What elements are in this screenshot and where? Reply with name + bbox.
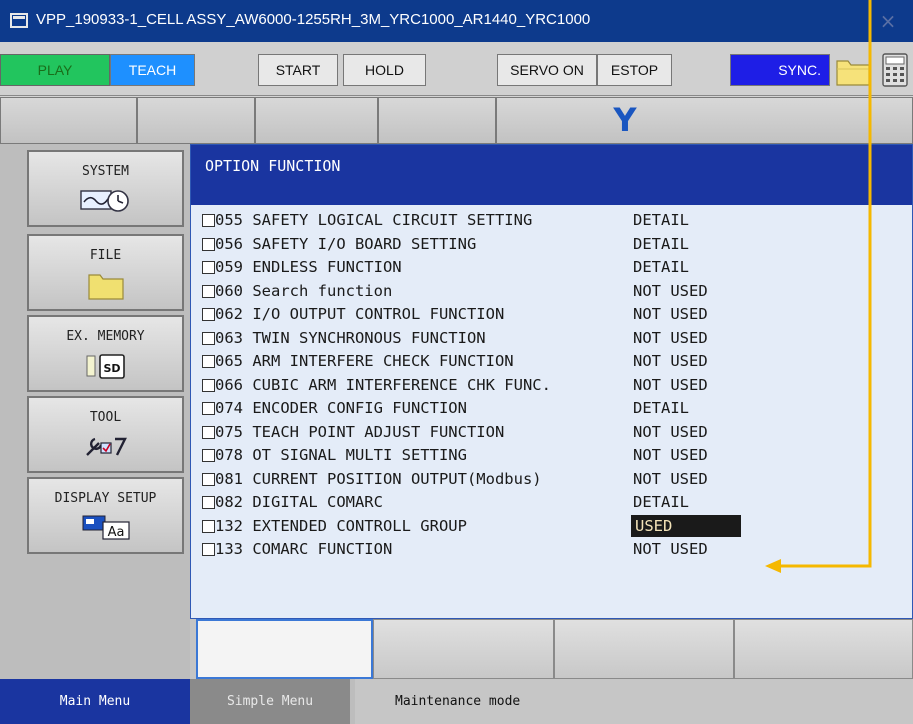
row-checkbox[interactable] — [202, 261, 215, 274]
function-key-4[interactable] — [734, 619, 913, 679]
panel-title: OPTION FUNCTION — [205, 157, 341, 175]
menu-system-button[interactable]: SYSTEM — [27, 150, 184, 227]
option-status[interactable]: NOT USED — [633, 350, 708, 372]
app-window-icon — [10, 13, 28, 28]
option-name: 074 ENCODER CONFIG FUNCTION — [215, 399, 467, 417]
tools-icon — [83, 433, 129, 465]
function-key-3[interactable] — [554, 619, 734, 679]
close-icon[interactable]: × — [863, 0, 913, 42]
function-key-2[interactable] — [373, 619, 554, 679]
option-name: 060 Search function — [215, 281, 393, 300]
row-checkbox[interactable] — [202, 378, 215, 392]
menu-display-setup-label: DISPLAY SETUP — [54, 491, 157, 506]
simple-menu-button[interactable]: Simple Menu — [190, 679, 350, 724]
start-button[interactable]: START — [258, 54, 338, 86]
svg-text:SD: SD — [103, 362, 120, 375]
option-name: 078 OT SIGNAL MULTI SETTING — [215, 446, 467, 464]
option-status[interactable]: NOT USED — [633, 538, 708, 560]
folder-icon[interactable] — [833, 51, 873, 89]
display-icon: Aa — [81, 514, 131, 544]
row-checkbox[interactable] — [202, 425, 215, 439]
option-name: 066 CUBIC ARM INTERFERENCE CHK FUNC. — [215, 375, 551, 394]
option-status[interactable]: NOT USED — [633, 374, 708, 396]
option-status[interactable]: DETAIL — [633, 491, 689, 513]
row-checkbox[interactable] — [202, 519, 215, 533]
option-name: 132 EXTENDED CONTROLL GROUP — [215, 516, 467, 535]
menu-file-button[interactable]: FILE — [27, 234, 184, 311]
option-status[interactable]: NOT USED — [633, 280, 708, 302]
blank-button-4[interactable] — [378, 97, 496, 144]
menu-tool-label: TOOL — [89, 410, 122, 425]
option-name: 055 SAFETY LOGICAL CIRCUIT SETTING — [215, 211, 533, 229]
option-name: 081 CURRENT POSITION OUTPUT(Modbus) — [215, 469, 542, 488]
panel-header: OPTION FUNCTION — [191, 145, 912, 205]
play-button[interactable]: PLAY — [0, 54, 110, 86]
option-status[interactable]: NOT USED — [633, 303, 708, 325]
row-checkbox[interactable] — [202, 331, 215, 345]
function-key-row — [190, 619, 913, 679]
svg-text:Aa: Aa — [107, 525, 124, 540]
menu-tool-button[interactable]: TOOL — [27, 396, 184, 473]
option-name: 075 TEACH POINT ADJUST FUNCTION — [215, 422, 505, 441]
status-bar: Main Menu Simple Menu Maintenance mode — [0, 679, 913, 724]
mode-indicator: Maintenance mode — [355, 679, 913, 724]
option-name: 062 I/O OUTPUT CONTROL FUNCTION — [215, 305, 505, 323]
option-status[interactable]: DETAIL — [633, 256, 689, 278]
sync-button[interactable]: SYNC. — [730, 54, 830, 86]
toolbar: PLAY TEACH START HOLD SERVO ON ESTOP SYN… — [0, 42, 913, 96]
row-checkbox[interactable] — [202, 308, 215, 321]
menu-ex-memory-button[interactable]: EX. MEMORY SD — [27, 315, 184, 392]
option-status[interactable]: NOT USED — [633, 468, 708, 490]
left-menu: SYSTEM FILE EX. MEMORY SD TOOL DISPLAY S… — [0, 144, 190, 679]
yaskawa-logo: Y — [613, 101, 637, 139]
row-checkbox[interactable] — [202, 237, 215, 251]
menu-file-label: FILE — [89, 248, 122, 263]
option-status[interactable]: DETAIL — [633, 233, 689, 255]
title-bar: VPP_190933-1_CELL ASSY_AW6000-1255RH_3M_… — [0, 0, 913, 42]
teach-button[interactable]: TEACH — [110, 54, 195, 86]
row-checkbox[interactable] — [202, 472, 215, 486]
row-checkbox[interactable] — [202, 449, 215, 462]
menu-ex-memory-label: EX. MEMORY — [66, 329, 145, 344]
row-checkbox[interactable] — [202, 402, 215, 415]
folder-icon — [86, 271, 126, 305]
function-key-1[interactable] — [196, 619, 373, 679]
logo-panel — [496, 97, 913, 144]
row-checkbox[interactable] — [202, 214, 215, 227]
calculator-icon[interactable] — [873, 50, 913, 90]
option-function-panel: OPTION FUNCTION 055 SAFETY LOGICAL CIRCU… — [190, 144, 913, 619]
option-name: 133 COMARC FUNCTION — [215, 540, 393, 558]
blank-button-2[interactable] — [137, 97, 255, 144]
row-checkbox[interactable] — [202, 543, 215, 556]
menu-system-label: SYSTEM — [82, 164, 129, 179]
sd-card-icon: SD — [85, 352, 127, 384]
row-checkbox[interactable] — [202, 355, 215, 368]
option-name: 082 DIGITAL COMARC — [215, 493, 383, 511]
window-title: VPP_190933-1_CELL ASSY_AW6000-1255RH_3M_… — [36, 11, 591, 28]
option-status[interactable]: DETAIL — [633, 209, 689, 231]
option-status[interactable]: USED — [631, 514, 741, 537]
blank-button-1[interactable] — [0, 97, 137, 144]
system-clock-icon — [79, 187, 132, 217]
option-status[interactable]: DETAIL — [633, 397, 689, 419]
blank-button-3[interactable] — [255, 97, 378, 144]
estop-button[interactable]: ESTOP — [597, 54, 672, 86]
option-name: 056 SAFETY I/O BOARD SETTING — [215, 234, 477, 253]
row-checkbox[interactable] — [202, 284, 215, 298]
hold-button[interactable]: HOLD — [343, 54, 426, 86]
option-status[interactable]: NOT USED — [633, 444, 708, 466]
option-status[interactable]: NOT USED — [633, 421, 708, 443]
option-name: 063 TWIN SYNCHRONOUS FUNCTION — [215, 328, 486, 347]
secondary-button-bar: Y — [0, 97, 913, 144]
menu-display-setup-button[interactable]: DISPLAY SETUP Aa — [27, 477, 184, 554]
option-name: 059 ENDLESS FUNCTION — [215, 258, 402, 276]
servo-on-button[interactable]: SERVO ON — [497, 54, 597, 86]
main-menu-button[interactable]: Main Menu — [0, 679, 190, 724]
option-name: 065 ARM INTERFERE CHECK FUNCTION — [215, 352, 514, 370]
option-status[interactable]: NOT USED — [633, 327, 708, 349]
row-checkbox[interactable] — [202, 496, 215, 509]
